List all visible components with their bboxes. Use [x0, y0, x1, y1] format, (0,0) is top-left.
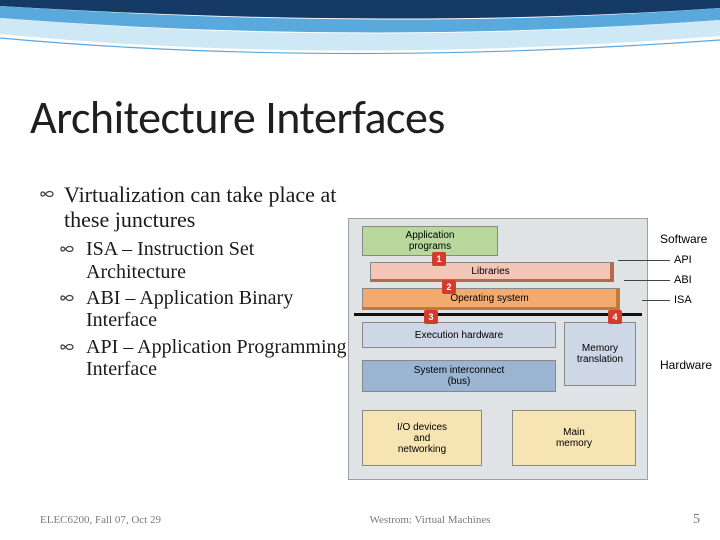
isa-label: ISA	[674, 294, 692, 306]
footer-left: ELEC6200, Fall 07, Oct 29	[40, 514, 220, 526]
infinity-bullet-icon	[58, 338, 76, 356]
slide-title: Architecture Interfaces	[30, 90, 445, 146]
box-io-devices: I/O devices and networking	[362, 410, 482, 466]
bullet-sub-2-text: ABI – Application Binary Interface	[86, 287, 293, 331]
label-main-mem: Main memory	[556, 427, 592, 449]
label-mem-trans: Memory translation	[577, 343, 623, 365]
software-label: Software	[660, 232, 707, 246]
bullet-sub-1-text: ISA – Instruction Set Architecture	[86, 238, 254, 282]
label-os: Operating system	[450, 293, 528, 304]
bullet-main: Virtualization can take place at these j…	[38, 183, 348, 232]
marker-2: 2	[442, 280, 456, 294]
body-text: Virtualization can take place at these j…	[38, 183, 348, 385]
infinity-bullet-icon	[58, 240, 76, 258]
box-libraries: Libraries	[370, 262, 614, 282]
footer: ELEC6200, Fall 07, Oct 29 Westrom: Virtu…	[0, 512, 720, 528]
bullet-main-text: Virtualization can take place at these j…	[64, 182, 336, 232]
infinity-bullet-icon	[38, 185, 56, 203]
label-libraries: Libraries	[471, 266, 509, 277]
label-app-prog: Application programs	[406, 230, 455, 252]
api-label: API	[674, 254, 692, 266]
box-os: Operating system	[362, 288, 620, 310]
box-app-programs: Application programs	[362, 226, 498, 256]
bullet-sub-3: API – Application Programming Interface	[58, 336, 348, 381]
marker-1: 1	[432, 252, 446, 266]
label-exec-hw: Execution hardware	[415, 330, 503, 341]
infinity-bullet-icon	[58, 289, 76, 307]
architecture-diagram: Application programs Libraries Operating…	[348, 218, 710, 480]
box-exec-hw: Execution hardware	[362, 322, 556, 348]
box-sys-bus: System interconnect (bus)	[362, 360, 556, 392]
label-sys-bus: System interconnect (bus)	[414, 365, 505, 387]
bullet-sub-1: ISA – Instruction Set Architecture	[58, 238, 348, 283]
box-mem-trans: Memory translation	[564, 322, 636, 386]
hardware-label: Hardware	[660, 358, 712, 372]
abi-label: ABI	[674, 274, 692, 286]
isa-divider	[354, 313, 642, 316]
bullet-sub-3-text: API – Application Programming Interface	[86, 336, 347, 380]
box-main-mem: Main memory	[512, 410, 636, 466]
header-swoosh	[0, 0, 720, 70]
slide: Architecture Interfaces Virtualization c…	[0, 0, 720, 540]
bullet-sub-2: ABI – Application Binary Interface	[58, 287, 348, 332]
label-io-dev: I/O devices and networking	[397, 422, 447, 455]
footer-page-number: 5	[640, 512, 700, 528]
marker-3: 3	[424, 310, 438, 324]
footer-center: Westrom: Virtual Machines	[220, 514, 640, 526]
marker-4: 4	[608, 310, 622, 324]
